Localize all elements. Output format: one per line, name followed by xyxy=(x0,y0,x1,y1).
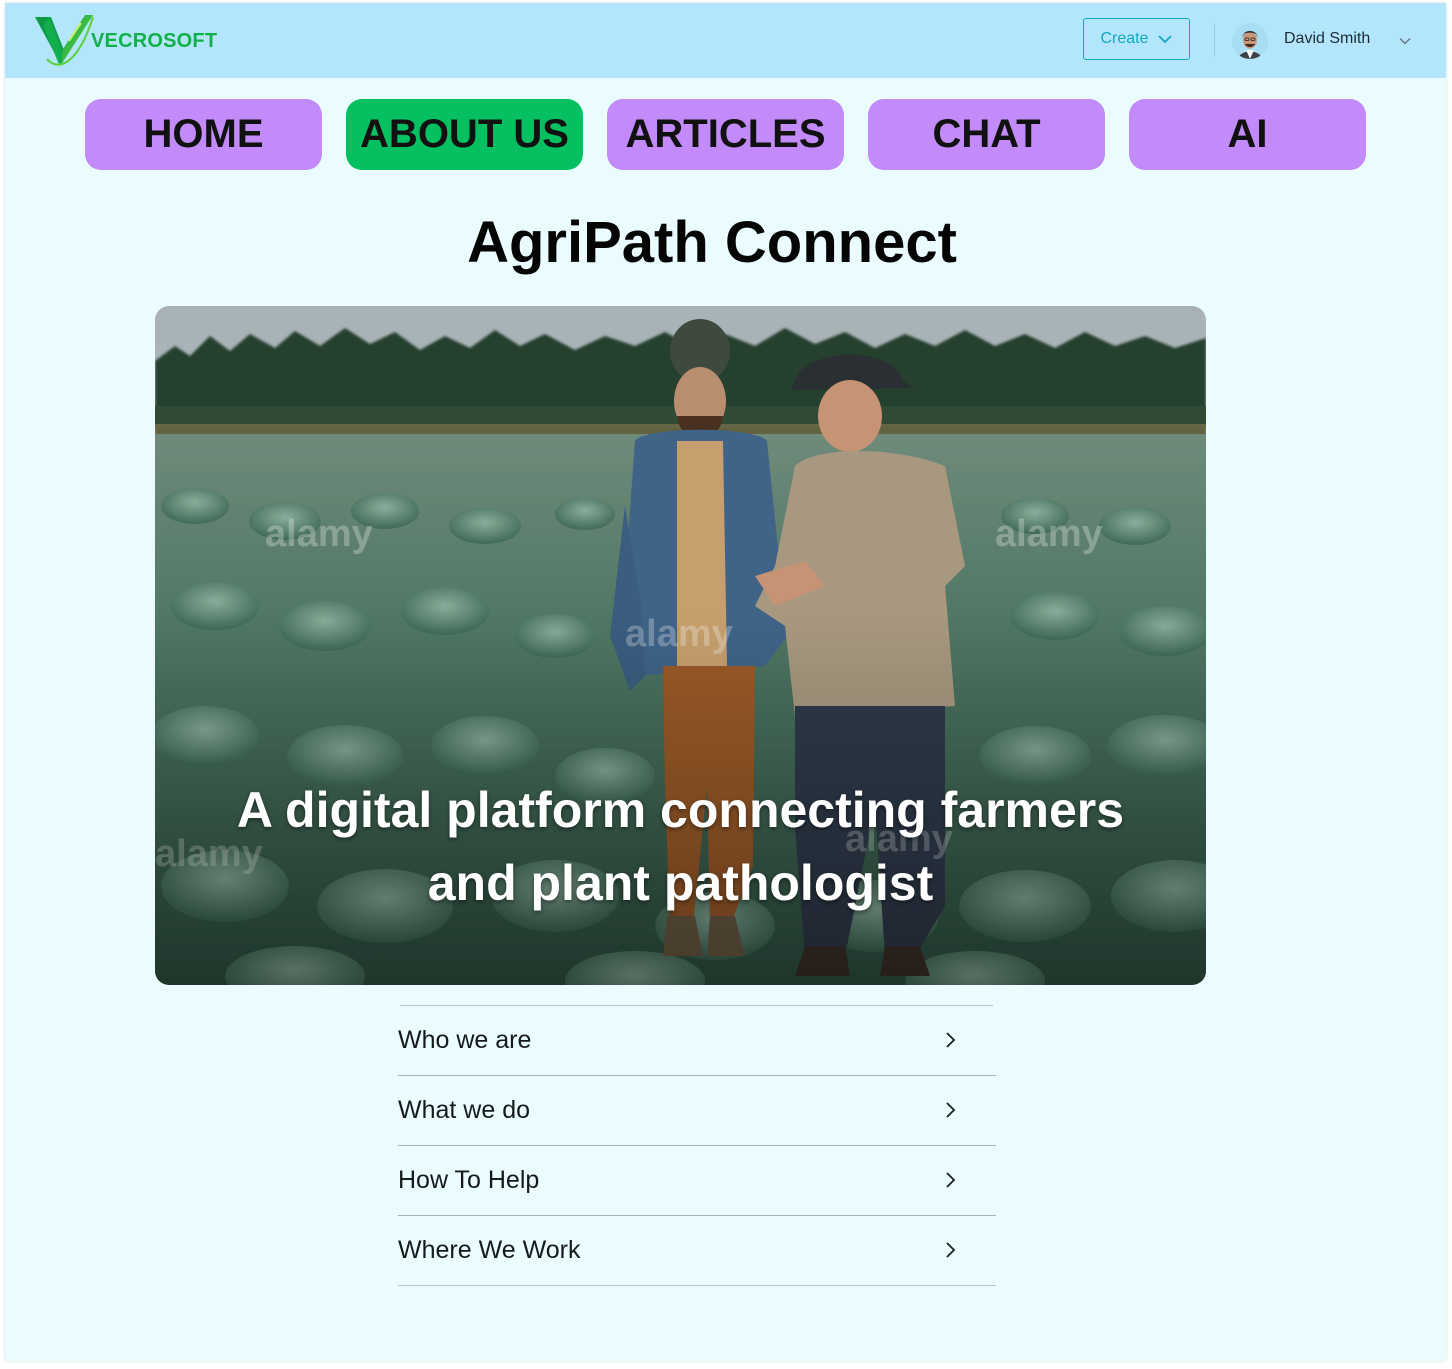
nav-about-us-label: ABOUT US xyxy=(360,112,569,156)
nav-articles-button[interactable]: ARTICLES xyxy=(607,99,844,170)
user-name[interactable]: David Smith xyxy=(1284,30,1370,48)
accordion-item-where-we-work[interactable]: Where We Work xyxy=(398,1216,996,1286)
about-accordion: Who we are What we do How To Help Where … xyxy=(398,1005,996,1286)
accordion-label: Where We Work xyxy=(398,1236,581,1264)
vecrosoft-v-logo-icon xyxy=(35,15,94,66)
nav-articles-label: ARTICLES xyxy=(625,112,826,156)
nav-chat-label: CHAT xyxy=(932,112,1041,156)
app-window: VECROSOFT Create David Smith HOME ABOUT … xyxy=(5,3,1446,1361)
nav-about-us-button[interactable]: ABOUT US xyxy=(346,99,583,170)
accordion-label: How To Help xyxy=(398,1166,540,1194)
nav-chat-button[interactable]: CHAT xyxy=(868,99,1105,170)
accordion-item-who-we-are[interactable]: Who we are xyxy=(398,1006,996,1076)
brand-name: VECROSOFT xyxy=(91,29,218,52)
page-title: AgriPath Connect xyxy=(467,210,957,275)
nav-ai-button[interactable]: AI xyxy=(1129,99,1366,170)
accordion-label: What we do xyxy=(398,1096,531,1124)
hero-caption-line-1: A digital platform connecting farmers xyxy=(236,782,1125,838)
chevron-right-icon xyxy=(946,1242,956,1258)
chevron-down-icon xyxy=(1157,35,1172,44)
create-dropdown-button[interactable]: Create xyxy=(1083,18,1190,60)
hero-caption-line-2: and plant pathologist xyxy=(427,855,934,911)
header-divider xyxy=(1214,23,1215,57)
chevron-right-icon xyxy=(946,1032,956,1048)
nav-home-button[interactable]: HOME xyxy=(85,99,322,170)
accordion-item-how-to-help[interactable]: How To Help xyxy=(398,1146,996,1216)
user-menu-chevron-down-icon[interactable] xyxy=(1397,33,1413,49)
avatar[interactable] xyxy=(1232,23,1268,59)
brand-logo[interactable]: VECROSOFT xyxy=(33,13,217,69)
accordion-label: Who we are xyxy=(398,1026,532,1054)
hero-banner: alamy alamy alamy alamy alamy A digital … xyxy=(155,306,1206,985)
chevron-right-icon xyxy=(946,1102,956,1118)
accordion-item-what-we-do[interactable]: What we do xyxy=(398,1076,996,1146)
top-bar: VECROSOFT Create David Smith xyxy=(5,3,1446,78)
create-button-label: Create xyxy=(1100,30,1149,47)
main-nav: HOME ABOUT US ARTICLES CHAT AI xyxy=(5,99,1446,170)
hero-caption: A digital platform connecting farmers an… xyxy=(155,774,1206,920)
nav-ai-label: AI xyxy=(1227,112,1268,156)
nav-home-label: HOME xyxy=(143,112,264,156)
user-avatar-icon xyxy=(1232,23,1268,59)
chevron-right-icon xyxy=(946,1172,956,1188)
